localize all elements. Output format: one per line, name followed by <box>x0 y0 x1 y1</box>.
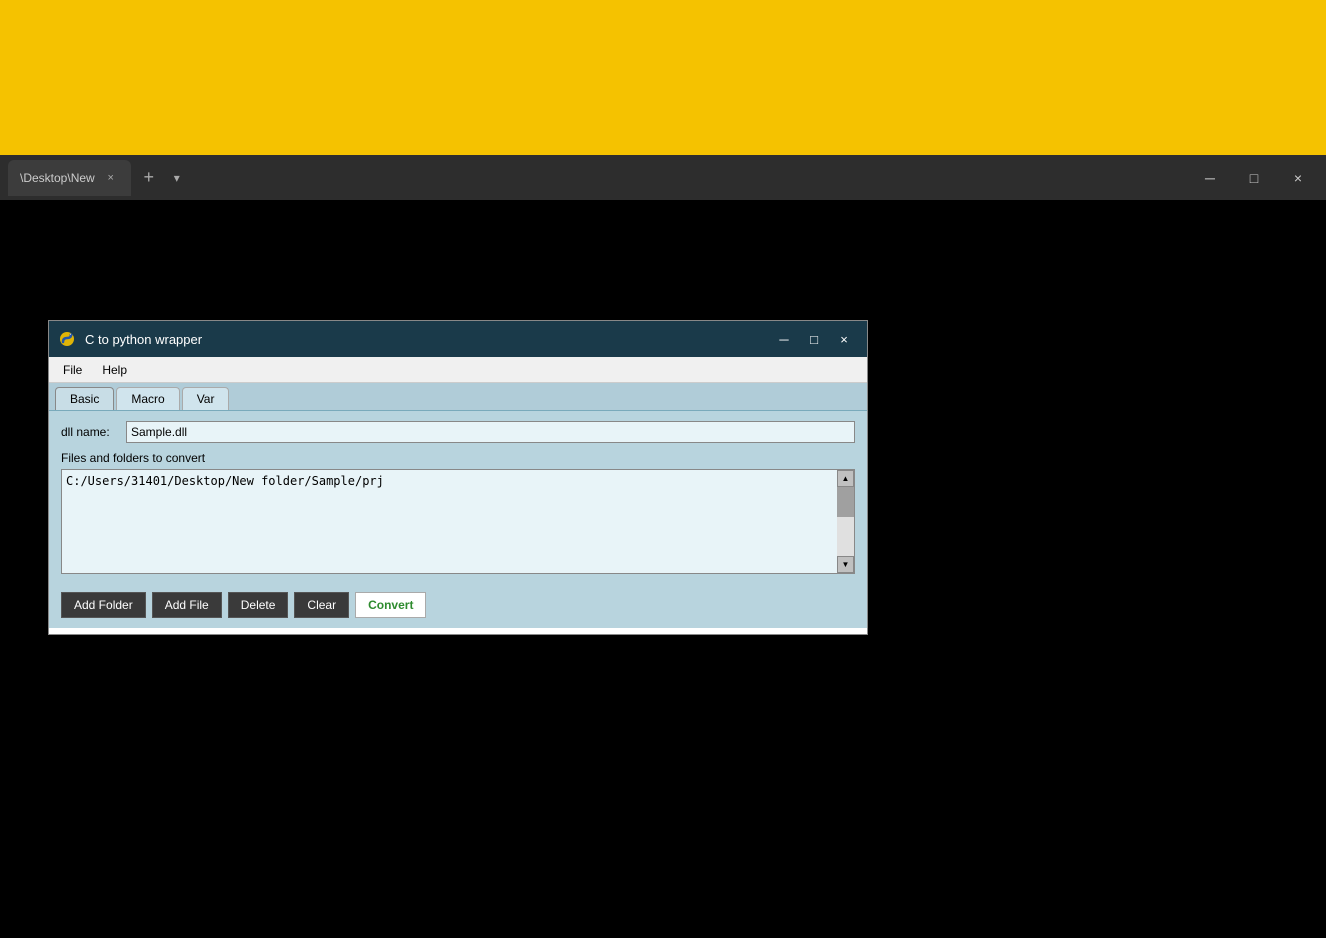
scrollbar-thumb[interactable] <box>837 487 854 517</box>
browser-chrome: \Desktop\New × + ▾ ─ □ × <box>0 155 1326 200</box>
files-textarea-wrapper: C:/Users/31401/Desktop/New folder/Sample… <box>61 469 855 574</box>
app-icon <box>57 329 77 349</box>
dll-name-input[interactable] <box>126 421 855 443</box>
clear-button[interactable]: Clear <box>294 592 349 618</box>
scrollbar-up-button[interactable]: ▲ <box>837 470 854 487</box>
tab-var[interactable]: Var <box>182 387 230 410</box>
app-window: C to python wrapper ─ □ × File Help Basi… <box>48 320 868 635</box>
vertical-scrollbar[interactable]: ▲ ▼ <box>837 470 854 573</box>
app-minimize-button[interactable]: ─ <box>769 324 799 354</box>
tab-dropdown-button[interactable]: ▾ <box>165 166 189 190</box>
scrollbar-down-button[interactable]: ▼ <box>837 556 854 573</box>
title-bar: C to python wrapper ─ □ × <box>49 321 867 357</box>
files-textarea[interactable]: C:/Users/31401/Desktop/New folder/Sample… <box>62 470 836 573</box>
menu-file[interactable]: File <box>53 361 92 379</box>
app-maximize-button[interactable]: □ <box>799 324 829 354</box>
browser-tab[interactable]: \Desktop\New × <box>8 160 131 196</box>
files-section-label: Files and folders to convert <box>61 451 855 465</box>
app-close-button[interactable]: × <box>829 324 859 354</box>
app-title: C to python wrapper <box>85 332 769 347</box>
tab-macro[interactable]: Macro <box>116 387 179 410</box>
chrome-minimize-button[interactable]: ─ <box>1190 163 1230 193</box>
chrome-controls: ─ □ × <box>1190 163 1318 193</box>
add-folder-button[interactable]: Add Folder <box>61 592 146 618</box>
new-tab-button[interactable]: + <box>135 164 163 192</box>
tab-strip: Basic Macro Var <box>49 383 867 411</box>
snake-icon <box>58 330 76 348</box>
chrome-close-button[interactable]: × <box>1278 163 1318 193</box>
buttons-row: Add Folder Add File Delete Clear Convert <box>49 584 867 628</box>
content-area: dll name: Files and folders to convert C… <box>49 411 867 584</box>
menu-bar: File Help <box>49 357 867 383</box>
add-file-button[interactable]: Add File <box>152 592 222 618</box>
dll-name-row: dll name: <box>61 421 855 443</box>
chrome-maximize-button[interactable]: □ <box>1234 163 1274 193</box>
scrollbar-track[interactable] <box>837 487 854 556</box>
delete-button[interactable]: Delete <box>228 592 289 618</box>
convert-button[interactable]: Convert <box>355 592 426 618</box>
dll-name-label: dll name: <box>61 425 126 439</box>
tab-close-button[interactable]: × <box>103 170 119 186</box>
title-bar-controls: ─ □ × <box>769 324 859 354</box>
tab-basic[interactable]: Basic <box>55 387 114 410</box>
top-yellow-bar <box>0 0 1326 155</box>
menu-help[interactable]: Help <box>92 361 137 379</box>
tab-label: \Desktop\New <box>20 171 95 185</box>
